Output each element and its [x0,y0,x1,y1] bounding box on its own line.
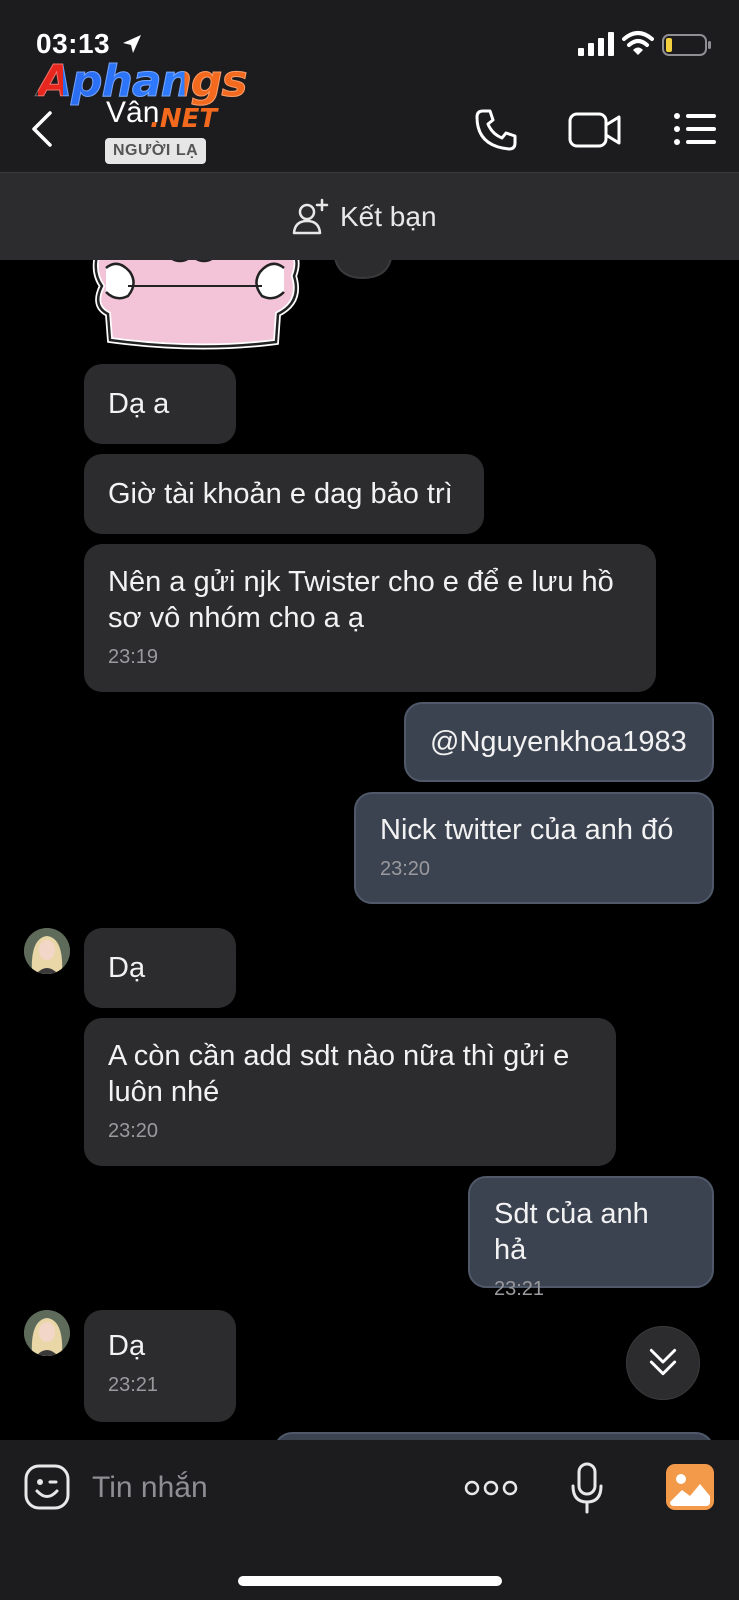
add-user-icon [292,198,329,235]
message-text: A còn cần add sdt nào nữa thì gửi e luôn… [108,1040,570,1108]
more-dots-icon[interactable] [464,1476,518,1500]
message-text: Nên a gửi njk Twister cho e để e lưu hồ … [108,566,614,634]
home-indicator[interactable] [238,1576,502,1586]
message-text: Dạ a [108,388,170,420]
message-text: Dạ [108,952,146,984]
contact-avatar[interactable] [24,928,70,974]
avatar-image [24,928,70,974]
watermark-suffix: .NET [150,104,218,134]
message-bubble[interactable]: Nên a gửi njk Twister cho e để e lưu hồ … [84,544,656,692]
message-text: Giờ tài khoản e dag bảo trì [108,478,453,510]
message-input[interactable] [92,1466,422,1510]
message-time: 23:21 [494,1278,545,1300]
message-bubble[interactable]: Dạ 23:21 [84,1310,236,1422]
message-text: Nick twitter của anh đó [380,814,674,846]
image-icon[interactable] [666,1464,714,1510]
microphone-icon[interactable] [570,1462,604,1514]
add-friend-bar: Kết bạn [0,172,739,260]
message-input-bar [0,1440,739,1600]
contact-name[interactable]: Vân [106,96,159,130]
message-text: @Nguyenkhoa1983 [430,726,687,758]
battery-icon [662,34,711,56]
list-menu-icon[interactable] [674,112,716,146]
message-bubble[interactable]: Nick twitter của anh đó 23:20 [354,792,714,904]
message-text: Sdt của anh hả [494,1198,649,1266]
double-chevron-down-icon[interactable] [626,1326,700,1400]
location-arrow-icon [123,35,141,53]
back-button[interactable] [28,110,56,148]
sticker-image[interactable] [88,260,310,352]
phone-icon[interactable] [474,108,518,152]
add-friend-button[interactable]: Kết bạn [292,197,437,237]
message-time: 23:20 [108,1120,159,1142]
contact-avatar[interactable] [24,1310,70,1356]
message-bubble[interactable]: Dạ [84,928,236,1008]
wifi-icon [622,31,654,55]
cellular-signal-icon [578,32,614,56]
chat-messages[interactable]: Dạ a Giờ tài khoản e dag bảo trì Nên a g… [0,260,739,1440]
message-bubble[interactable]: A còn cần add sdt nào nữa thì gửi e luôn… [84,1018,616,1166]
message-bubble[interactable]: Sdt của anh hả 23:21 [468,1176,714,1300]
emoji-icon[interactable] [24,1464,70,1510]
message-bubble[interactable]: Giờ tài khoản e dag bảo trì [84,454,484,534]
sticker-reaction-circle [334,260,392,280]
message-bubble[interactable]: Dạ a [84,364,236,444]
chat-header: 03:13 Aphangs .NET Vân NGƯỜI LẠ [0,0,739,172]
video-camera-icon[interactable] [568,110,622,150]
message-time: 23:21 [108,1374,159,1396]
message-text: Dạ [108,1330,146,1362]
message-time: 23:20 [380,858,431,880]
message-bubble[interactable]: @Nguyenkhoa1983 [404,702,714,782]
message-time: 23:19 [108,646,159,668]
add-friend-label: Kết bạn [340,201,437,232]
stranger-badge: NGƯỜI LẠ [105,138,207,164]
avatar-image [24,1310,70,1356]
